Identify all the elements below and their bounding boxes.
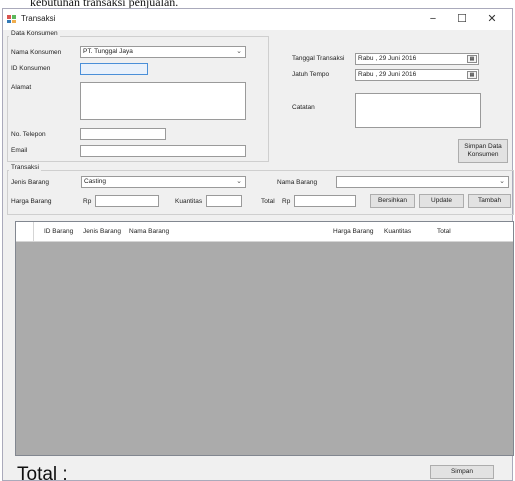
column-header-type[interactable]: Jenis Barang [83,228,121,235]
maximize-button[interactable]: ☐ [450,11,474,27]
grid-corner-cell [16,222,34,241]
save-customer-button[interactable]: Simpan Data Konsumen [458,139,508,163]
transaction-date-picker[interactable]: Rabu , 29 Juni 2016 ▦ [355,53,479,65]
price-currency-prefix: Rp [83,198,92,205]
quantity-field[interactable] [206,195,242,207]
clear-button[interactable]: Bersihkan [370,194,415,208]
item-total-label: Total [261,198,275,205]
email-label: Email [11,147,28,154]
items-datagrid[interactable]: ID Barang Jenis Barang Nama Barang Harga… [15,221,514,456]
item-price-field[interactable] [95,195,159,207]
customer-name-value: PT. Tunggal Jaya [83,48,133,55]
window-title: Transaksi [21,14,56,23]
quantity-label: Kuantitas [175,198,203,205]
phone-label: No. Telepon [11,131,46,138]
address-label: Alamat [11,84,32,91]
column-header-price[interactable]: Harga Barang [333,228,373,235]
column-header-name[interactable]: Nama Barang [129,228,169,235]
chevron-down-icon: ⌄ [236,48,242,55]
calendar-icon: ▦ [467,55,477,63]
minimize-button[interactable]: − [421,11,445,27]
grand-total-label: Total : [17,464,68,481]
save-button[interactable]: Simpan [430,465,494,479]
column-header-id[interactable]: ID Barang [44,228,73,235]
customer-name-label: Nama Konsumen [11,49,62,56]
item-price-label: Harga Barang [11,198,52,205]
total-currency-prefix: Rp [282,198,291,205]
due-date-picker[interactable]: Rabu , 29 Juni 2016 ▦ [355,69,479,81]
title-bar[interactable]: Transaksi − ☐ ✕ [3,9,512,30]
item-name-label: Nama Barang [277,179,318,186]
page-caption-fragment: kebutuhan transaksi penjualan. [0,0,515,8]
customer-id-field[interactable] [80,63,148,75]
add-button[interactable]: Tambah [468,194,511,208]
item-name-dropdown[interactable]: ⌄ [336,176,509,188]
chevron-down-icon: ⌄ [499,178,505,185]
phone-field[interactable] [80,128,166,140]
close-button[interactable]: ✕ [480,11,504,27]
item-type-label: Jenis Barang [11,179,49,186]
item-type-value: Casting [84,178,107,185]
calendar-icon: ▦ [467,71,477,79]
due-date-label: Jatuh Tempo [292,71,330,78]
transaction-date-label: Tanggal Transaksi [292,55,345,62]
transaction-date-value: Rabu , 29 Juni 2016 [358,55,417,62]
app-window-icon [7,15,16,23]
column-header-total[interactable]: Total [437,228,451,235]
item-type-dropdown[interactable]: Casting ⌄ [81,176,246,188]
column-header-qty[interactable]: Kuantitas [384,228,411,235]
customer-group-title: Data Konsumen [9,30,60,37]
transaction-group-title: Transaksi [9,164,41,171]
address-field[interactable] [80,82,246,120]
customer-name-dropdown[interactable]: PT. Tunggal Jaya ⌄ [80,46,246,58]
caption-text: kebutuhan transaksi penjualan. [30,0,179,8]
transaksi-window: Transaksi − ☐ ✕ Data Konsumen Nama Konsu… [2,8,514,481]
grid-header-row: ID Barang Jenis Barang Nama Barang Harga… [16,222,513,242]
notes-label: Catatan [292,104,315,111]
notes-field[interactable] [355,93,481,128]
update-button[interactable]: Update [419,194,464,208]
due-date-value: Rabu , 29 Juni 2016 [358,71,417,78]
item-total-field[interactable] [294,195,356,207]
customer-id-label: ID Konsumen [11,65,51,72]
email-field[interactable] [80,145,246,157]
chevron-down-icon: ⌄ [236,178,242,185]
